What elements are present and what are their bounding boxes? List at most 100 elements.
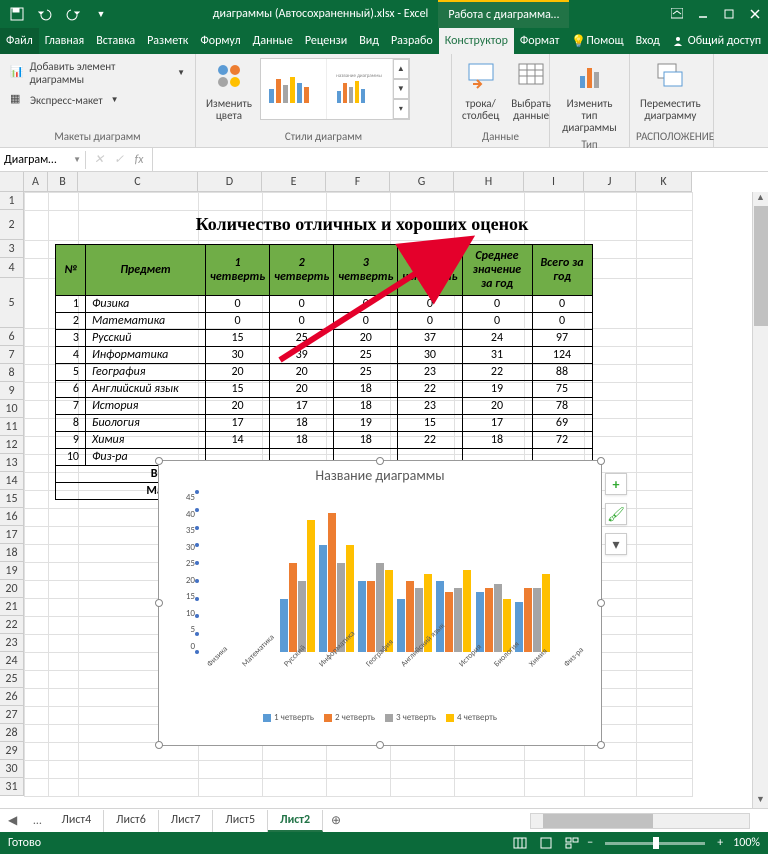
tell-me[interactable]: 💡 Помощ bbox=[565, 28, 629, 54]
sheet-tab[interactable]: Лист7 bbox=[159, 810, 214, 832]
tab-chart-design[interactable]: Конструктор bbox=[439, 28, 514, 54]
zoom-level[interactable]: 100% bbox=[733, 836, 760, 850]
row-header[interactable]: 30 bbox=[0, 760, 23, 778]
row-header[interactable]: 23 bbox=[0, 634, 23, 652]
row-header[interactable]: 21 bbox=[0, 598, 23, 616]
sheet-nav-prev[interactable]: ◀ bbox=[0, 813, 25, 828]
gallery-expand[interactable]: ▾ bbox=[393, 99, 409, 119]
row-header[interactable]: 4 bbox=[0, 258, 23, 278]
row-header[interactable]: 20 bbox=[0, 580, 23, 598]
row-header[interactable]: 6 bbox=[0, 328, 23, 346]
tab-chart-format[interactable]: Формат bbox=[514, 28, 565, 54]
row-header[interactable]: 8 bbox=[0, 364, 23, 382]
scroll-down-button[interactable]: ▼ bbox=[753, 794, 768, 808]
row-header[interactable]: 25 bbox=[0, 670, 23, 688]
move-chart-button[interactable]: Переместить диаграмму bbox=[636, 58, 705, 124]
column-header[interactable]: A bbox=[24, 172, 48, 191]
row-header[interactable]: 28 bbox=[0, 724, 23, 742]
zoom-in-button[interactable]: + bbox=[717, 836, 723, 850]
row-header[interactable]: 11 bbox=[0, 418, 23, 436]
zoom-out-button[interactable]: − bbox=[587, 836, 593, 850]
sheet-tab[interactable]: Лист6 bbox=[104, 810, 159, 832]
normal-view-button[interactable] bbox=[509, 834, 531, 852]
column-header[interactable]: H bbox=[454, 172, 524, 191]
redo-button[interactable] bbox=[60, 0, 86, 28]
tab-file[interactable]: Файл bbox=[0, 28, 39, 54]
qat-customize[interactable]: ▼ bbox=[88, 0, 114, 28]
tab-developer[interactable]: Разрабо bbox=[385, 28, 439, 54]
row-header[interactable]: 15 bbox=[0, 490, 23, 508]
chart-filters-button[interactable]: ▾ bbox=[605, 533, 627, 555]
new-sheet-button[interactable]: ⊕ bbox=[323, 813, 349, 828]
column-header[interactable]: F bbox=[326, 172, 390, 191]
tab-data[interactable]: Данные bbox=[247, 28, 299, 54]
cancel-formula-button[interactable]: ✕ bbox=[90, 152, 108, 167]
tab-pagelayout[interactable]: Разметк bbox=[141, 28, 194, 54]
add-chart-element-button[interactable]: 📊Добавить элемент диаграммы▼ bbox=[6, 58, 189, 88]
row-header[interactable]: 16 bbox=[0, 508, 23, 526]
close-button[interactable] bbox=[742, 0, 768, 28]
change-colors-button[interactable]: Изменить цвета bbox=[202, 58, 256, 124]
page-break-view-button[interactable] bbox=[561, 834, 583, 852]
tab-review[interactable]: Рецензи bbox=[299, 28, 353, 54]
row-header[interactable]: 12 bbox=[0, 436, 23, 454]
minimize-button[interactable] bbox=[690, 0, 716, 28]
horizontal-scrollbar[interactable] bbox=[530, 813, 750, 829]
row-header[interactable]: 14 bbox=[0, 472, 23, 490]
tab-home[interactable]: Главная bbox=[39, 28, 90, 54]
row-header[interactable]: 5 bbox=[0, 278, 23, 328]
row-header[interactable]: 13 bbox=[0, 454, 23, 472]
maximize-button[interactable] bbox=[716, 0, 742, 28]
zoom-slider[interactable] bbox=[605, 842, 705, 845]
row-header[interactable]: 24 bbox=[0, 652, 23, 670]
chart-style-thumb[interactable] bbox=[261, 59, 327, 119]
save-button[interactable] bbox=[4, 0, 30, 28]
chart-styles-gallery[interactable]: название диаграммы ▲ ▼ ▾ bbox=[260, 58, 410, 120]
column-headers[interactable]: ABCDEFGHIJK bbox=[24, 172, 692, 192]
resize-handle[interactable] bbox=[597, 741, 605, 749]
change-chart-type-button[interactable]: Изменить тип диаграммы bbox=[556, 58, 623, 136]
sheet-tab[interactable]: Лист5 bbox=[213, 810, 268, 832]
select-data-button[interactable]: Выбрать данные bbox=[507, 58, 555, 124]
column-header[interactable]: I bbox=[524, 172, 584, 191]
column-header[interactable]: B bbox=[48, 172, 78, 191]
name-box[interactable]: Диаграм…▼ bbox=[0, 151, 86, 169]
enter-formula-button[interactable]: ✓ bbox=[110, 152, 128, 167]
chart-style-thumb[interactable]: название диаграммы bbox=[327, 59, 393, 119]
row-header[interactable]: 9 bbox=[0, 382, 23, 400]
tab-formulas[interactable]: Формул bbox=[194, 28, 246, 54]
resize-handle[interactable] bbox=[376, 741, 384, 749]
row-header[interactable]: 3 bbox=[0, 240, 23, 258]
chart-legend[interactable]: 1 четверть2 четверть3 четверть4 четверть bbox=[159, 708, 601, 727]
column-header[interactable]: G bbox=[390, 172, 454, 191]
tab-view[interactable]: Вид bbox=[353, 28, 385, 54]
gallery-scroll-down[interactable]: ▼ bbox=[393, 79, 409, 99]
row-header[interactable]: 1 bbox=[0, 192, 23, 210]
sheet-nav-more[interactable]: … bbox=[25, 814, 49, 828]
resize-handle[interactable] bbox=[597, 457, 605, 465]
fx-button[interactable]: fx bbox=[130, 153, 148, 167]
row-header[interactable]: 10 bbox=[0, 400, 23, 418]
row-header[interactable]: 17 bbox=[0, 526, 23, 544]
row-header[interactable]: 19 bbox=[0, 562, 23, 580]
formula-input[interactable] bbox=[153, 158, 768, 162]
row-header[interactable]: 26 bbox=[0, 688, 23, 706]
signin-button[interactable]: Вход bbox=[630, 28, 666, 54]
sheet-tab[interactable]: Лист4 bbox=[50, 810, 105, 832]
scroll-thumb[interactable] bbox=[754, 206, 768, 326]
column-header[interactable]: E bbox=[262, 172, 326, 191]
row-header[interactable]: 29 bbox=[0, 742, 23, 760]
resize-handle[interactable] bbox=[155, 599, 163, 607]
row-header[interactable]: 22 bbox=[0, 616, 23, 634]
row-headers[interactable]: 1234567891011121314151617181920212223242… bbox=[0, 192, 24, 796]
chart-elements-button[interactable]: + bbox=[605, 473, 627, 495]
sheet-tab[interactable]: Лист2 bbox=[268, 810, 323, 832]
row-header[interactable]: 18 bbox=[0, 544, 23, 562]
resize-handle[interactable] bbox=[597, 599, 605, 607]
row-header[interactable]: 2 bbox=[0, 210, 23, 240]
select-all-corner[interactable] bbox=[0, 172, 24, 192]
share-button[interactable]: Общий доступ bbox=[666, 28, 768, 54]
scroll-up-button[interactable]: ▲ bbox=[753, 192, 768, 206]
ribbon-options-button[interactable] bbox=[664, 0, 690, 28]
resize-handle[interactable] bbox=[376, 457, 384, 465]
